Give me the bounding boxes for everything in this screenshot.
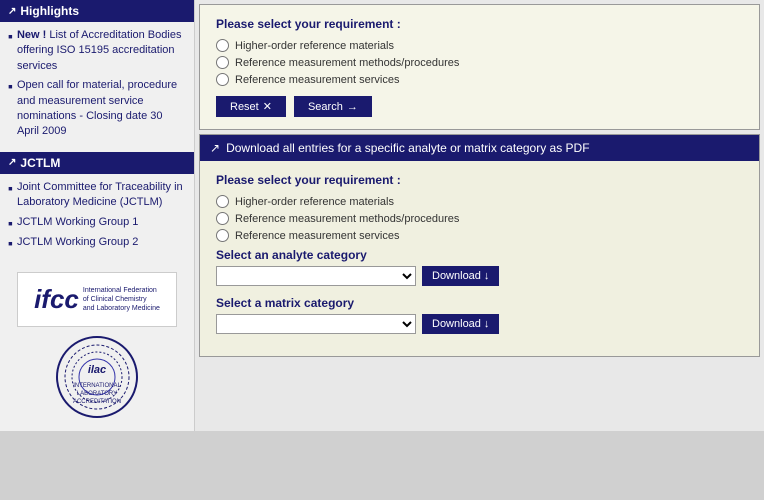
list-item: ▪ New ! List of Accreditation Bodies off…: [8, 28, 186, 74]
search-button[interactable]: Search →: [294, 96, 372, 117]
search-label: Search: [308, 101, 343, 113]
download-radio-item-1: Higher-order reference materials: [216, 195, 743, 208]
jctlm-wg1-link[interactable]: JCTLM Working Group 1: [17, 215, 138, 230]
highlights-link-1[interactable]: New ! List of Accreditation Bodies offer…: [17, 28, 186, 74]
reset-icon: ✕: [263, 100, 272, 113]
search-requirement-label: Please select your requirement :: [216, 17, 743, 31]
download-radio-item-3: Reference measurement services: [216, 229, 743, 242]
list-item: ▪ Open call for material, procedure and …: [8, 78, 186, 140]
highlights-title: Highlights: [20, 4, 79, 18]
download-radio-label-2: Reference measurement methods/procedures: [235, 213, 459, 225]
radio-label-1: Higher-order reference materials: [235, 40, 394, 52]
ifcc-sub-text: International Federationof Clinical Chem…: [83, 286, 160, 313]
sidebar: ↗ Highlights ▪ New ! List of Accreditati…: [0, 0, 195, 431]
analyte-select-label: Select an analyte category: [216, 248, 743, 262]
radio-higher-order-download[interactable]: [216, 195, 229, 208]
analyte-download-label: Download: [432, 270, 481, 282]
radio-measurement-services-search[interactable]: [216, 73, 229, 86]
list-item: ▪ JCTLM Working Group 1: [8, 215, 186, 232]
matrix-download-button[interactable]: Download ↓: [422, 314, 499, 334]
jctlm-link-1[interactable]: Joint Committee for Traceability in Labo…: [17, 180, 186, 211]
matrix-select[interactable]: [216, 314, 416, 334]
ifcc-container: ifcc International Federationof Clinical…: [34, 284, 160, 315]
highlights-link-2[interactable]: Open call for material, procedure and me…: [17, 78, 186, 140]
radio-measurement-methods-search[interactable]: [216, 56, 229, 69]
radio-item-2: Reference measurement methods/procedures: [216, 56, 743, 69]
svg-text:ACCREDITATION: ACCREDITATION: [72, 399, 120, 405]
jctlm-content: ▪ Joint Committee for Traceability in La…: [0, 174, 194, 262]
svg-text:ilac: ilac: [87, 364, 105, 376]
search-panel-body: Please select your requirement : Higher-…: [200, 5, 759, 129]
download-radio-item-2: Reference measurement methods/procedures: [216, 212, 743, 225]
jctlm-section: ↗ JCTLM ▪ Joint Committee for Traceabili…: [0, 152, 194, 262]
matrix-download-label: Download: [432, 318, 481, 330]
ilac-logo: ilac INTERNATIONAL LABORATORY ACCREDITAT…: [55, 335, 140, 423]
bullet-icon: ▪: [8, 78, 13, 95]
highlights-section: ↗ Highlights ▪ New ! List of Accreditati…: [0, 0, 194, 150]
search-panel: Please select your requirement : Higher-…: [199, 4, 760, 130]
matrix-select-row: Select a matrix category Download ↓: [216, 296, 743, 334]
download-header-arrow-icon: ↗: [210, 141, 220, 155]
radio-item-1: Higher-order reference materials: [216, 39, 743, 52]
analyte-select-container: Download ↓: [216, 266, 743, 286]
radio-label-2: Reference measurement methods/procedures: [235, 57, 459, 69]
download-panel-body: Please select your requirement : Higher-…: [200, 161, 759, 356]
radio-measurement-methods-download[interactable]: [216, 212, 229, 225]
search-arrow-icon: →: [347, 101, 358, 113]
reset-button[interactable]: Reset ✕: [216, 96, 286, 117]
download-panel: ↗ Download all entries for a specific an…: [199, 134, 760, 357]
radio-item-3: Reference measurement services: [216, 73, 743, 86]
download-radio-group: Higher-order reference materials Referen…: [216, 195, 743, 242]
highlights-content: ▪ New ! List of Accreditation Bodies off…: [0, 22, 194, 150]
logo-area: ifcc International Federationof Clinical…: [0, 264, 194, 431]
jctlm-header: ↗ JCTLM: [0, 152, 194, 174]
matrix-download-arrow-icon: ↓: [484, 318, 490, 330]
radio-measurement-services-download[interactable]: [216, 229, 229, 242]
highlights-header: ↗ Highlights: [0, 0, 194, 22]
jctlm-title: JCTLM: [20, 156, 60, 170]
svg-text:INTERNATIONAL: INTERNATIONAL: [73, 383, 121, 389]
download-header-text: Download all entries for a specific anal…: [226, 141, 590, 155]
jctlm-wg2-link[interactable]: JCTLM Working Group 2: [17, 235, 138, 250]
bullet-icon: ▪: [8, 215, 13, 232]
jctlm-arrow-icon: ↗: [8, 157, 16, 168]
analyte-download-arrow-icon: ↓: [484, 270, 490, 282]
bullet-icon: ▪: [8, 235, 13, 252]
search-radio-group: Higher-order reference materials Referen…: [216, 39, 743, 86]
download-radio-label-1: Higher-order reference materials: [235, 196, 394, 208]
reset-label: Reset: [230, 101, 259, 113]
list-item: ▪ Joint Committee for Traceability in La…: [8, 180, 186, 211]
search-button-row: Reset ✕ Search →: [216, 96, 743, 117]
ifcc-logo: ifcc International Federationof Clinical…: [17, 272, 177, 327]
radio-label-3: Reference measurement services: [235, 74, 399, 86]
matrix-select-label: Select a matrix category: [216, 296, 743, 310]
matrix-select-container: Download ↓: [216, 314, 743, 334]
svg-text:LABORATORY: LABORATORY: [76, 391, 116, 397]
analyte-select-row: Select an analyte category Download ↓: [216, 248, 743, 286]
bullet-icon: ▪: [8, 180, 13, 197]
list-item: ▪ JCTLM Working Group 2: [8, 235, 186, 252]
download-panel-header: ↗ Download all entries for a specific an…: [200, 135, 759, 161]
analyte-download-button[interactable]: Download ↓: [422, 266, 499, 286]
highlights-arrow-icon: ↗: [8, 6, 16, 17]
download-radio-label-3: Reference measurement services: [235, 230, 399, 242]
radio-higher-order-search[interactable]: [216, 39, 229, 52]
download-requirement-label: Please select your requirement :: [216, 173, 743, 187]
main-content: Please select your requirement : Higher-…: [195, 0, 764, 431]
bullet-icon: ▪: [8, 28, 13, 45]
ifcc-big-text: ifcc: [34, 284, 79, 315]
analyte-select[interactable]: [216, 266, 416, 286]
